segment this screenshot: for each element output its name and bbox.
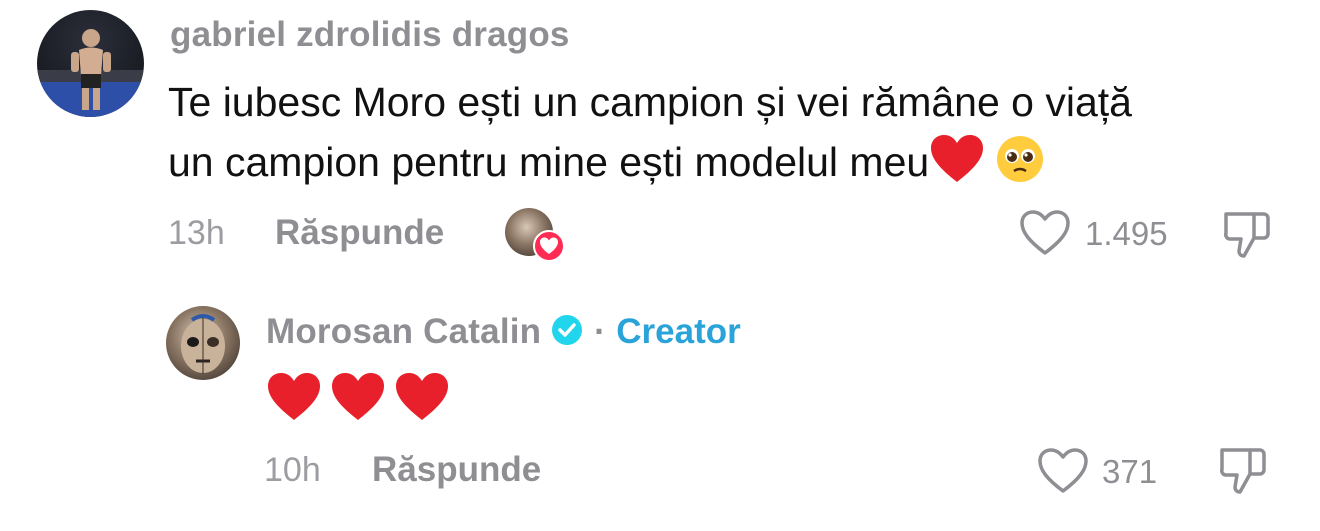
creator-label: Creator xyxy=(616,312,741,351)
reply-text-hearts xyxy=(266,372,450,427)
separator-dot: · xyxy=(594,312,606,351)
creator-username[interactable]: Morosan Catalin xyxy=(266,312,541,351)
heart-outline-icon xyxy=(1020,210,1070,255)
pleading-face-emoji-icon xyxy=(995,134,1045,186)
commenter-username[interactable]: gabriel zdrolidis dragos xyxy=(170,15,570,55)
creator-avatar[interactable] xyxy=(166,306,240,380)
red-heart-emoji-icon xyxy=(332,373,384,420)
person-photo-icon xyxy=(37,29,144,117)
verified-badge-icon xyxy=(550,313,584,352)
creator-header: Morosan Catalin · Creator xyxy=(266,312,741,352)
like-button[interactable] xyxy=(1036,446,1090,501)
red-heart-emoji-icon xyxy=(396,373,448,420)
creator-liked-badge xyxy=(505,208,565,262)
comment-time: 13h xyxy=(168,214,225,252)
commenter-avatar[interactable] xyxy=(37,10,144,117)
comment-text: Te iubesc Moro ești un campion și vei ră… xyxy=(168,72,1132,192)
comment-text-line1: Te iubesc Moro ești un campion și vei ră… xyxy=(168,79,1132,125)
thumbs-down-icon xyxy=(1220,448,1266,494)
reply-time: 10h xyxy=(264,451,321,489)
reply-button[interactable]: Răspunde xyxy=(275,213,444,253)
red-heart-emoji-icon xyxy=(929,134,985,184)
thumbs-down-icon xyxy=(1224,212,1270,258)
comment-text-line2: un campion pentru mine ești modelul meu xyxy=(168,139,930,185)
dislike-button[interactable] xyxy=(1222,208,1272,265)
heart-outline-icon xyxy=(1038,448,1088,493)
heart-icon xyxy=(533,230,565,262)
red-heart-emoji-icon xyxy=(268,373,320,420)
like-count: 371 xyxy=(1102,453,1158,490)
like-button[interactable] xyxy=(1018,208,1072,263)
reply-button[interactable]: Răspunde xyxy=(372,450,541,490)
dislike-button[interactable] xyxy=(1218,444,1268,501)
like-count: 1.495 xyxy=(1085,215,1168,252)
skull-face-icon xyxy=(181,314,225,374)
